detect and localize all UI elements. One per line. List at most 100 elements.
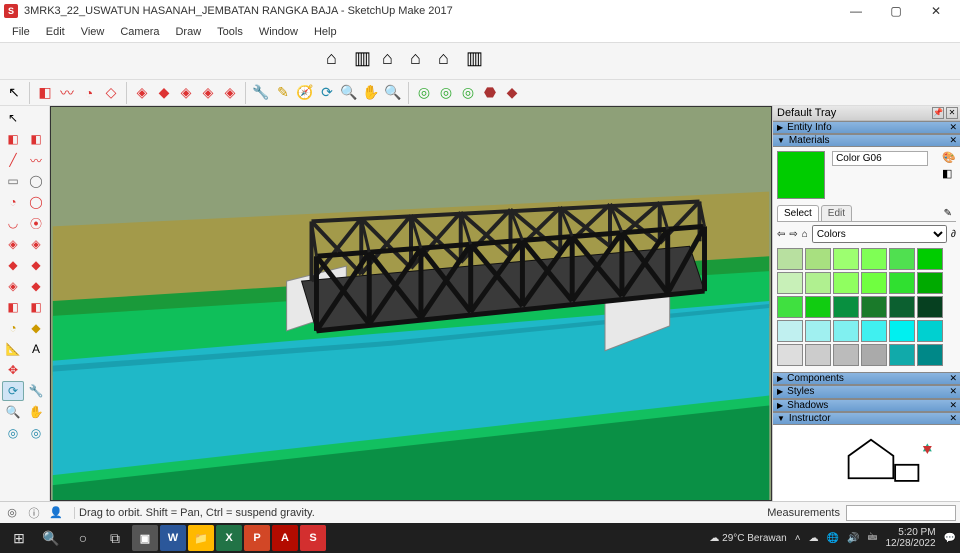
lt-zoom[interactable]: 🔍 [2,402,24,422]
taskbar-sketchup[interactable]: S [300,525,326,551]
lt-move[interactable]: ◈ [2,234,24,254]
menu-edit[interactable]: Edit [38,24,73,40]
back-icon[interactable]: ⇦ [777,229,785,240]
swatch[interactable] [777,320,803,342]
details-icon[interactable]: ∂ [951,229,956,240]
view-left-icon[interactable]: ▥ [466,48,492,74]
swatch[interactable] [917,272,943,294]
menu-camera[interactable]: Camera [112,24,167,40]
scale-icon[interactable]: ◈ [176,83,196,103]
swatch[interactable] [861,272,887,294]
swatch[interactable] [833,272,859,294]
lt-poly[interactable]: ⦿ [25,213,47,233]
move-icon[interactable]: ◈ [132,83,152,103]
menu-tools[interactable]: Tools [209,24,251,40]
create-material-icon[interactable]: 🎨 [942,151,956,165]
swatch[interactable] [889,320,915,342]
swatch[interactable] [889,248,915,270]
signin-icon[interactable]: 👤 [48,505,64,521]
lt-circle[interactable]: ◯ [25,171,47,191]
swatch[interactable] [889,344,915,366]
view-front-icon[interactable]: ⌂ [382,48,408,74]
zoom-extents-icon[interactable]: 🔍 [383,83,403,103]
tray-volume-icon[interactable]: 🔊 [847,533,859,544]
taskbar-excel[interactable]: X [216,525,242,551]
current-material-swatch[interactable] [777,151,825,199]
menu-help[interactable]: Help [306,24,345,40]
style1-icon[interactable]: ◎ [414,83,434,103]
lt-scale[interactable]: ◈ [2,276,24,296]
close-button[interactable]: ✕ [916,0,956,22]
lt-pan[interactable]: 🔧 [25,381,47,401]
taskbar-word[interactable]: W [160,525,186,551]
material-library-select[interactable]: Colors [812,225,947,243]
lt-arc[interactable]: ◔ [2,192,24,212]
rotate-icon[interactable]: ◆ [154,83,174,103]
swatch[interactable] [777,296,803,318]
swatch[interactable] [805,272,831,294]
lt-rect[interactable]: ▭ [2,171,24,191]
tray-pin-icon[interactable]: 📌 [932,107,944,119]
section-instructor[interactable]: ▼Instructor✕ [773,412,960,425]
swatch[interactable] [861,344,887,366]
lt-prev[interactable]: ◎ [2,423,24,443]
swatch[interactable] [805,248,831,270]
view-iso-icon[interactable]: ⌂ [326,48,352,74]
taskbar-explorer[interactable]: 📁 [188,525,214,551]
lt-text[interactable]: A [25,339,47,359]
geo-icon[interactable]: ◎ [4,505,20,521]
tab-edit[interactable]: Edit [821,205,852,221]
lt-next[interactable]: ◎ [25,423,47,443]
eraser-icon[interactable]: ◧ [35,83,55,103]
tray-header[interactable]: Default Tray 📌✕ [773,106,960,121]
section-entity-info[interactable]: ▶Entity Info✕ [773,121,960,134]
swatch[interactable] [777,272,803,294]
tray-lang-icon[interactable]: 🖮 [867,530,877,547]
minimize-button[interactable]: — [836,0,876,22]
menu-draw[interactable]: Draw [167,24,209,40]
swatch[interactable] [777,344,803,366]
swatch[interactable] [861,320,887,342]
lt-paint[interactable]: ◆ [25,318,47,338]
pushpull-icon[interactable]: ◈ [198,83,218,103]
shape-icon[interactable]: ◇ [101,83,121,103]
taskbar-powerpoint[interactable]: P [244,525,270,551]
search-button[interactable]: 🔍 [36,523,66,553]
tray-network-icon[interactable]: 🌐 [827,533,839,544]
taskbar-store[interactable]: ▣ [132,525,158,551]
lt-out[interactable]: ◧ [2,297,24,317]
pan-icon[interactable]: ⟳ [317,83,337,103]
view-back-icon[interactable]: ⌂ [438,48,464,74]
lt-free[interactable]: 〰 [25,150,47,170]
swatch[interactable] [805,320,831,342]
swatch[interactable] [777,248,803,270]
swatch[interactable] [861,296,887,318]
style2-icon[interactable]: ◎ [436,83,456,103]
lt-orbit[interactable]: ⟳ [2,381,24,401]
lt-rot[interactable]: ◆ [2,255,24,275]
section-styles[interactable]: ▶Styles✕ [773,385,960,398]
arc-icon[interactable]: ◔ [79,83,99,103]
lt-in[interactable]: ◧ [25,297,47,317]
lt-arc2[interactable]: ◡ [2,213,24,233]
credits-icon[interactable]: ⓘ [26,505,42,521]
lt-offset[interactable]: ◆ [25,276,47,296]
weather-widget[interactable]: ☁ 29°C Berawan [709,533,786,544]
taskview-button[interactable]: ⧉ [100,523,130,553]
hand-icon[interactable]: ✋ [361,83,381,103]
swatch[interactable] [917,248,943,270]
menu-window[interactable]: Window [251,24,306,40]
clock[interactable]: 5:20 PM 12/28/2022 [885,527,935,549]
tab-select[interactable]: Select [777,205,819,221]
orbit-icon[interactable]: 🧭 [295,83,315,103]
material-name-field[interactable]: Color G06 [832,151,928,166]
zoom-icon[interactable]: 🔍 [339,83,359,103]
swatch[interactable] [805,296,831,318]
style5-icon[interactable]: ◆ [502,83,522,103]
lt-eraser[interactable]: ◧ [2,129,24,149]
swatch[interactable] [889,272,915,294]
menu-file[interactable]: File [4,24,38,40]
tray-chevron-icon[interactable]: ˄ [795,533,801,544]
swatch[interactable] [917,296,943,318]
swatch[interactable] [917,344,943,366]
